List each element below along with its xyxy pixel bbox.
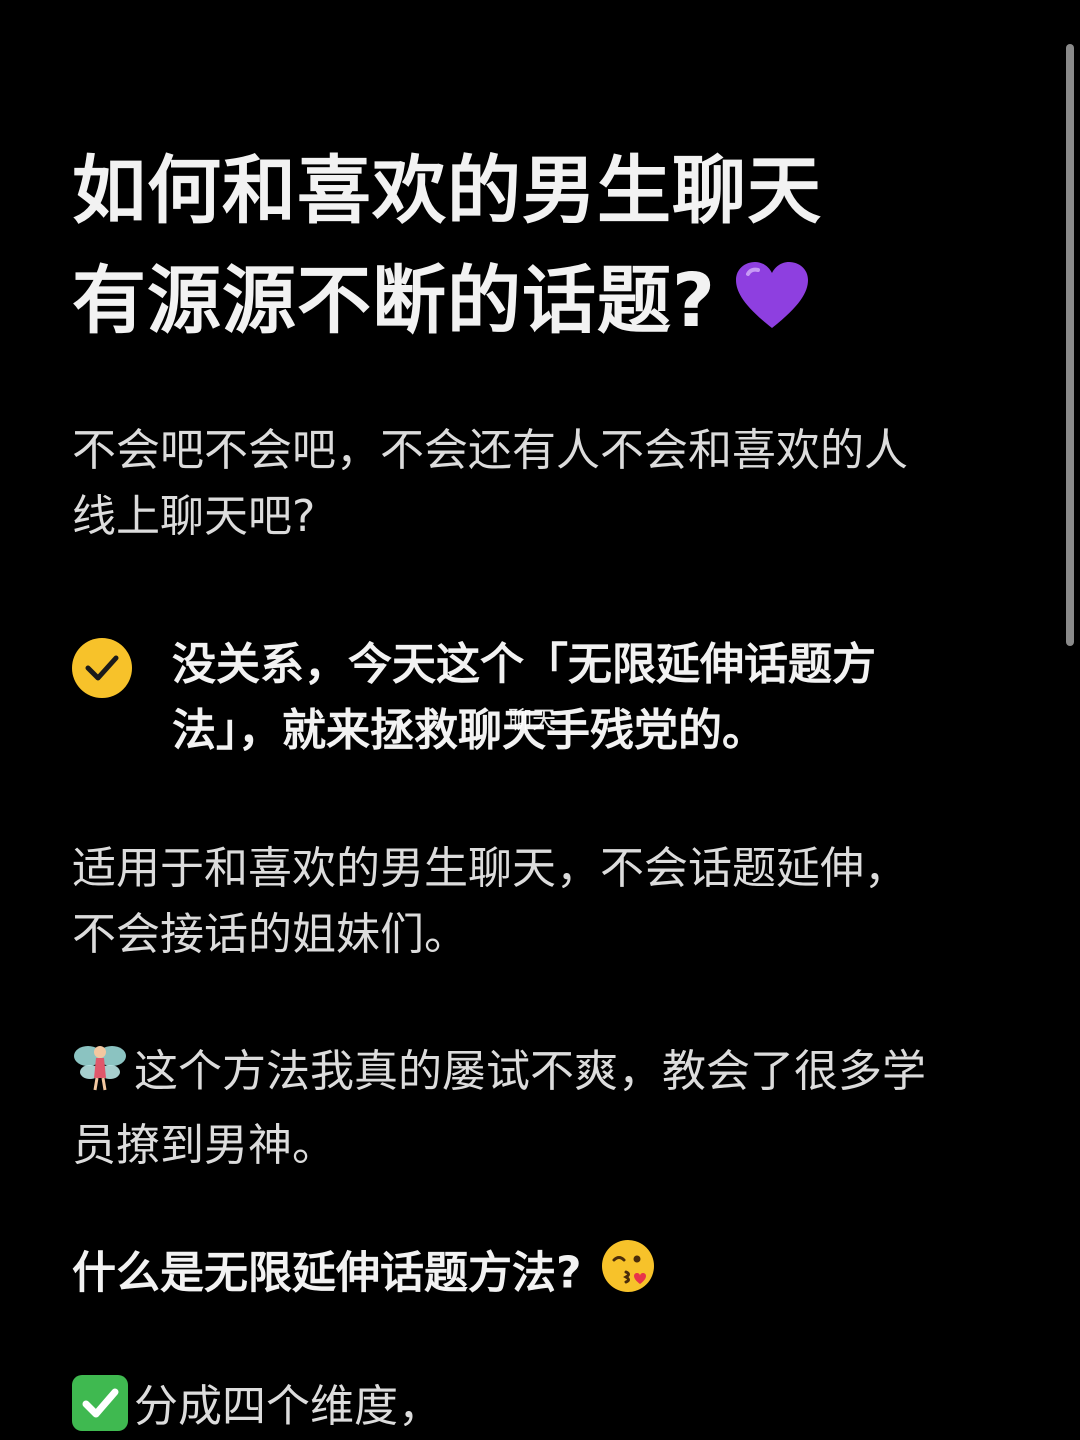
method-paragraph: 这个方法我真的屡试不爽，教会了很多学 员撩到男神。 xyxy=(72,1038,1012,1179)
purple-heart-icon xyxy=(734,250,810,360)
intro-line-2: 线上聊天吧? xyxy=(72,491,316,542)
dimension-line-wrap: 分成四个维度， xyxy=(72,1374,1012,1440)
intro-line-1: 不会吧不会吧，不会还有人不会和喜欢的人 xyxy=(72,425,908,476)
intro-paragraph: 不会吧不会吧，不会还有人不会和喜欢的人 线上聊天吧? xyxy=(72,418,1012,550)
yellow-check-icon xyxy=(72,638,132,698)
green-check-icon xyxy=(72,1375,128,1431)
method-line-2: 员撩到男神。 xyxy=(72,1120,336,1171)
applies-line-1: 适用于和喜欢的男生聊天，不会话题延伸， xyxy=(72,843,908,894)
dimension-text: 分成四个维度， xyxy=(134,1381,442,1432)
check-note-text: 没关系，今天这个「无限延伸话题方 法」，就来拯救聊天手残党的。 xyxy=(172,632,876,764)
method-line-1: 这个方法我真的屡试不爽，教会了很多学 xyxy=(134,1046,926,1097)
title-line-2: 有源源不断的话题? xyxy=(72,246,822,360)
check-note-line-1: 没关系，今天这个「无限延伸话题方 xyxy=(172,639,876,690)
title-line-1: 如何和喜欢的男生聊天 xyxy=(72,148,822,234)
applies-paragraph: 适用于和喜欢的男生聊天，不会话题延伸， 不会接话的姐妹们。 xyxy=(72,836,1012,968)
question-heading: 什么是无限延伸话题方法? xyxy=(72,1238,656,1313)
scrollbar[interactable] xyxy=(1066,44,1074,646)
title-line-2-text: 有源源不断的话题? xyxy=(72,258,716,344)
applies-line-2: 不会接话的姐妹们。 xyxy=(72,909,468,960)
watermark: 聊天 xyxy=(508,706,556,734)
method-line-1-wrap: 这个方法我真的屡试不爽，教会了很多学 xyxy=(72,1038,1012,1113)
post-title: 如何和喜欢的男生聊天 有源源不断的话题? xyxy=(72,136,822,360)
question-text: 什么是无限延伸话题方法? xyxy=(72,1247,582,1299)
dimension-paragraph: 分成四个维度， xyxy=(72,1374,1012,1440)
kiss-face-icon xyxy=(600,1238,656,1313)
fairy-icon xyxy=(72,1038,128,1113)
